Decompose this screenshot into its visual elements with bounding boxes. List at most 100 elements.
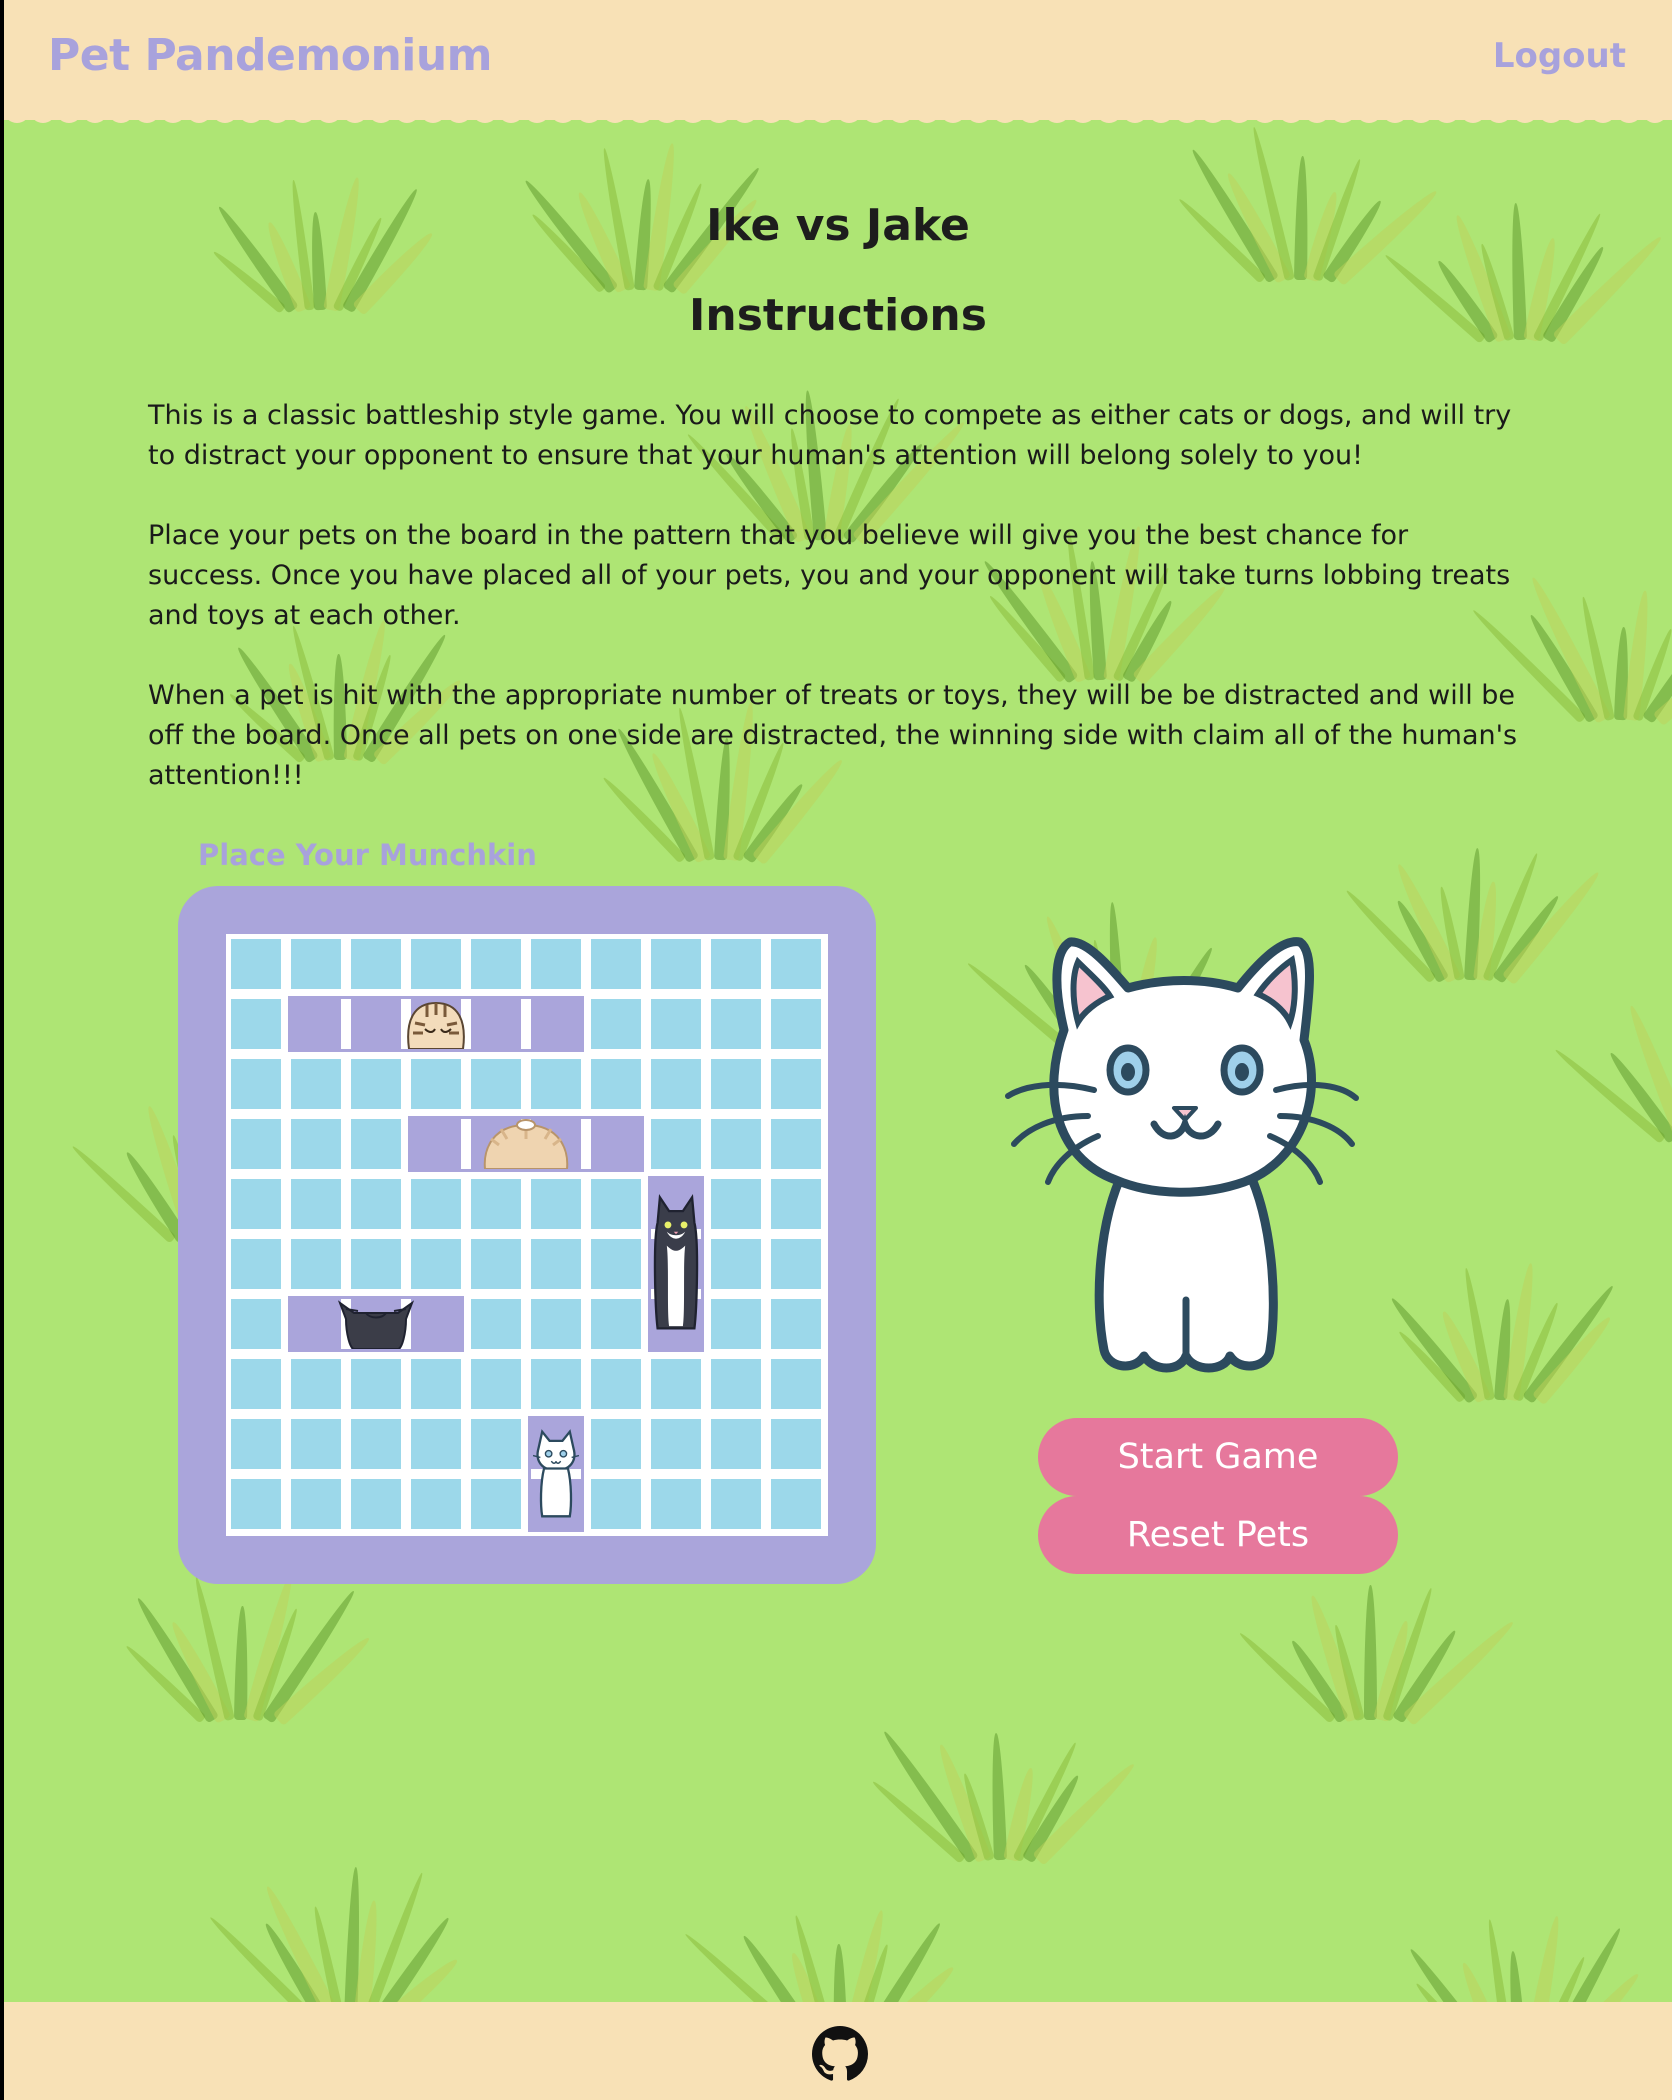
board-cell[interactable] xyxy=(411,939,461,989)
start-game-button[interactable]: Start Game xyxy=(1038,1418,1398,1496)
board-cell[interactable] xyxy=(351,1239,401,1289)
board-cell[interactable] xyxy=(651,1359,701,1409)
board-cell[interactable] xyxy=(291,1239,341,1289)
board-cell[interactable] xyxy=(411,1239,461,1289)
board-cell[interactable] xyxy=(771,1059,821,1109)
tabby-cat-piece[interactable] xyxy=(371,999,501,1049)
board-cell[interactable] xyxy=(771,1359,821,1409)
board-cell[interactable] xyxy=(291,1419,341,1469)
reset-pets-button[interactable]: Reset Pets xyxy=(1038,1496,1398,1574)
board-cell[interactable] xyxy=(771,1239,821,1289)
board-cell[interactable] xyxy=(711,1119,761,1169)
board-cell[interactable] xyxy=(291,1059,341,1109)
board-cell[interactable] xyxy=(711,1059,761,1109)
board-cell[interactable] xyxy=(291,1119,341,1169)
board-cell[interactable] xyxy=(591,1179,641,1229)
board-cell[interactable] xyxy=(651,1059,701,1109)
board-cell[interactable] xyxy=(771,1479,821,1529)
board-cell[interactable] xyxy=(591,1419,641,1469)
board-cell[interactable] xyxy=(351,939,401,989)
instructions-title: Instructions xyxy=(689,290,987,341)
board-cell[interactable] xyxy=(231,1299,281,1349)
board-cell[interactable] xyxy=(651,1119,701,1169)
board-cell[interactable] xyxy=(591,1059,641,1109)
board-cell[interactable] xyxy=(231,1359,281,1409)
board-cell[interactable] xyxy=(711,939,761,989)
board-cell[interactable] xyxy=(651,999,701,1049)
board-cell[interactable] xyxy=(711,999,761,1049)
board-cell[interactable] xyxy=(471,1419,521,1469)
board-cell[interactable] xyxy=(411,1419,461,1469)
board-cell[interactable] xyxy=(531,1179,581,1229)
black-cat-piece[interactable] xyxy=(333,1299,419,1349)
board-cell[interactable] xyxy=(411,1179,461,1229)
board-cell[interactable] xyxy=(231,1419,281,1469)
grass-tuft xyxy=(1469,560,1672,727)
board-cell[interactable] xyxy=(231,1479,281,1529)
github-icon[interactable] xyxy=(812,2026,868,2082)
fluffy-cat-piece[interactable] xyxy=(472,1119,580,1169)
footer xyxy=(4,2002,1672,2100)
instructions-paragraph: This is a classic battleship style game.… xyxy=(148,400,1512,471)
board-cell[interactable] xyxy=(231,1239,281,1289)
board-cell[interactable] xyxy=(471,1239,521,1289)
board-cell[interactable] xyxy=(351,1419,401,1469)
board-cell[interactable] xyxy=(591,939,641,989)
board-cell[interactable] xyxy=(651,939,701,989)
board-cell[interactable] xyxy=(591,1299,641,1349)
board-cell[interactable] xyxy=(471,1359,521,1409)
board-cell[interactable] xyxy=(531,1299,581,1349)
game-board-frame xyxy=(178,886,876,1584)
board-cell[interactable] xyxy=(231,1059,281,1109)
board-cell[interactable] xyxy=(231,1119,281,1169)
board-cell[interactable] xyxy=(711,1179,761,1229)
grass-tuft xyxy=(1343,820,1605,986)
board-cell[interactable] xyxy=(351,1059,401,1109)
board-cell[interactable] xyxy=(351,1479,401,1529)
board-cell[interactable] xyxy=(591,1239,641,1289)
board-cell[interactable] xyxy=(651,1479,701,1529)
board-cell[interactable] xyxy=(351,1119,401,1169)
board-cell[interactable] xyxy=(771,1119,821,1169)
board-cell[interactable] xyxy=(231,939,281,989)
board-cell[interactable] xyxy=(291,1359,341,1409)
board-cell[interactable] xyxy=(471,1299,521,1349)
board-cell[interactable] xyxy=(471,939,521,989)
board-cell[interactable] xyxy=(411,1359,461,1409)
board-cell[interactable] xyxy=(651,1419,701,1469)
board-cell[interactable] xyxy=(771,999,821,1049)
board-cell[interactable] xyxy=(471,1479,521,1529)
game-board[interactable] xyxy=(226,934,828,1536)
board-cell[interactable] xyxy=(351,1179,401,1229)
board-cell[interactable] xyxy=(531,1359,581,1409)
board-cell[interactable] xyxy=(291,1479,341,1529)
board-cell[interactable] xyxy=(531,939,581,989)
board-cell[interactable] xyxy=(771,1419,821,1469)
board-cell[interactable] xyxy=(711,1239,761,1289)
board-cell[interactable] xyxy=(771,1299,821,1349)
board-cell[interactable] xyxy=(711,1359,761,1409)
board-cell[interactable] xyxy=(591,999,641,1049)
board-cell[interactable] xyxy=(411,1479,461,1529)
board-cell[interactable] xyxy=(231,1179,281,1229)
board-cell[interactable] xyxy=(291,1179,341,1229)
board-cell[interactable] xyxy=(351,1359,401,1409)
board-cell[interactable] xyxy=(471,1179,521,1229)
board-cell[interactable] xyxy=(531,1239,581,1289)
board-cell[interactable] xyxy=(771,939,821,989)
brand-title[interactable]: Pet Pandemonium xyxy=(48,30,493,81)
board-cell[interactable] xyxy=(291,939,341,989)
board-cell[interactable] xyxy=(471,1059,521,1109)
board-cell[interactable] xyxy=(711,1479,761,1529)
tuxedo-cat-piece[interactable] xyxy=(653,1179,699,1349)
board-cell[interactable] xyxy=(591,1359,641,1409)
white-cat-piece[interactable] xyxy=(533,1419,579,1529)
board-cell[interactable] xyxy=(531,1059,581,1109)
board-cell[interactable] xyxy=(711,1299,761,1349)
board-cell[interactable] xyxy=(411,1059,461,1109)
logout-link[interactable]: Logout xyxy=(1493,36,1626,76)
board-cell[interactable] xyxy=(771,1179,821,1229)
board-cell[interactable] xyxy=(711,1419,761,1469)
board-cell[interactable] xyxy=(231,999,281,1049)
board-cell[interactable] xyxy=(591,1479,641,1529)
